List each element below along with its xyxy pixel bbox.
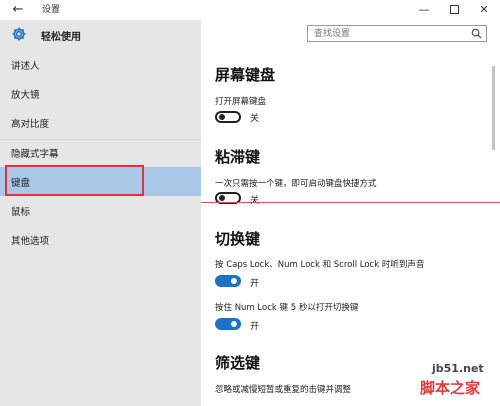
search-box[interactable] [307,25,487,42]
sidebar: 轻松使用 讲述人 放大镜 高对比度 隐藏式字幕 键盘 鼠标 其他选项 [0,20,201,406]
toggle-knob [231,321,237,327]
toggle-state-label: 开 [250,279,260,289]
sidebar-item-label: 隐藏式字幕 [11,149,59,160]
watermark-brand: 脚本之家 [420,379,481,397]
toggle-state-label: 开 [250,322,260,332]
setting-description: 一次只需按一个键，即可启动键盘快捷方式 [215,179,377,189]
toggle-keys-numlock-toggle[interactable] [215,318,241,330]
sidebar-item-magnifier[interactable]: 放大镜 [0,79,201,108]
gear-icon [12,27,26,41]
section-heading-toggle-keys: 切换键 [215,230,261,248]
sidebar-item-label: 高对比度 [11,119,50,130]
toggle-state-label: 关 [250,114,260,124]
highlight-outline [5,165,144,196]
back-arrow-icon[interactable]: ← [10,2,26,18]
scrollbar-thumb[interactable] [492,66,495,150]
toggle-keys-sound-toggle[interactable] [215,275,241,287]
minimize-button[interactable]: — [409,0,439,20]
close-button[interactable]: ✕ [469,0,499,20]
setting-description: 打开屏幕键盘 [215,97,267,107]
maximize-button[interactable] [439,0,469,20]
settings-content: 屏幕键盘 打开屏幕键盘 关 粘滞键 一次只需按一个键，即可启动键盘快捷方式 关 … [201,50,500,406]
section-heading-on-screen-keyboard: 屏幕键盘 [215,66,276,84]
sidebar-title: 轻松使用 [41,32,81,43]
sidebar-item-label: 鼠标 [11,207,31,218]
setting-description: 按 Caps Lock、Num Lock 和 Scroll Lock 时听到声音 [215,260,425,270]
maximize-icon [449,4,459,14]
search-icon[interactable] [471,28,482,39]
section-heading-sticky-keys: 粘滞键 [215,148,261,166]
toggle-knob [231,278,237,284]
toggle-knob [219,114,225,120]
setting-description: 忽略或减慢短暂或重复的击键并调整 [215,385,352,395]
sidebar-item-label: 讲述人 [11,61,40,72]
sidebar-item-label: 其他选项 [11,236,50,247]
toggle-knob [219,195,225,201]
window-title: 设置 [42,5,61,15]
setting-description: 按住 Num Lock 键 5 秒以打开切换键 [215,303,359,313]
section-heading-filter-keys: 筛选键 [215,354,261,372]
sidebar-item-narrator[interactable]: 讲述人 [0,50,201,79]
search-input[interactable] [308,26,464,41]
watermark: jb51.net 脚本之家 [420,362,500,406]
title-bar: ← 设置 — ✕ [0,0,500,20]
sidebar-header: 轻松使用 [0,20,201,50]
sidebar-item-closed-captions[interactable]: 隐藏式字幕 [0,138,201,167]
sidebar-item-other-options[interactable]: 其他选项 [0,225,201,254]
toggle-state-label: 关 [250,196,260,206]
sidebar-item-mouse[interactable]: 鼠标 [0,196,201,225]
on-screen-keyboard-toggle[interactable] [215,111,241,123]
annotation-line [201,202,500,203]
sidebar-item-high-contrast[interactable]: 高对比度 [0,108,201,137]
sidebar-item-label: 放大镜 [11,90,40,101]
watermark-site: jb51.net [432,362,484,375]
